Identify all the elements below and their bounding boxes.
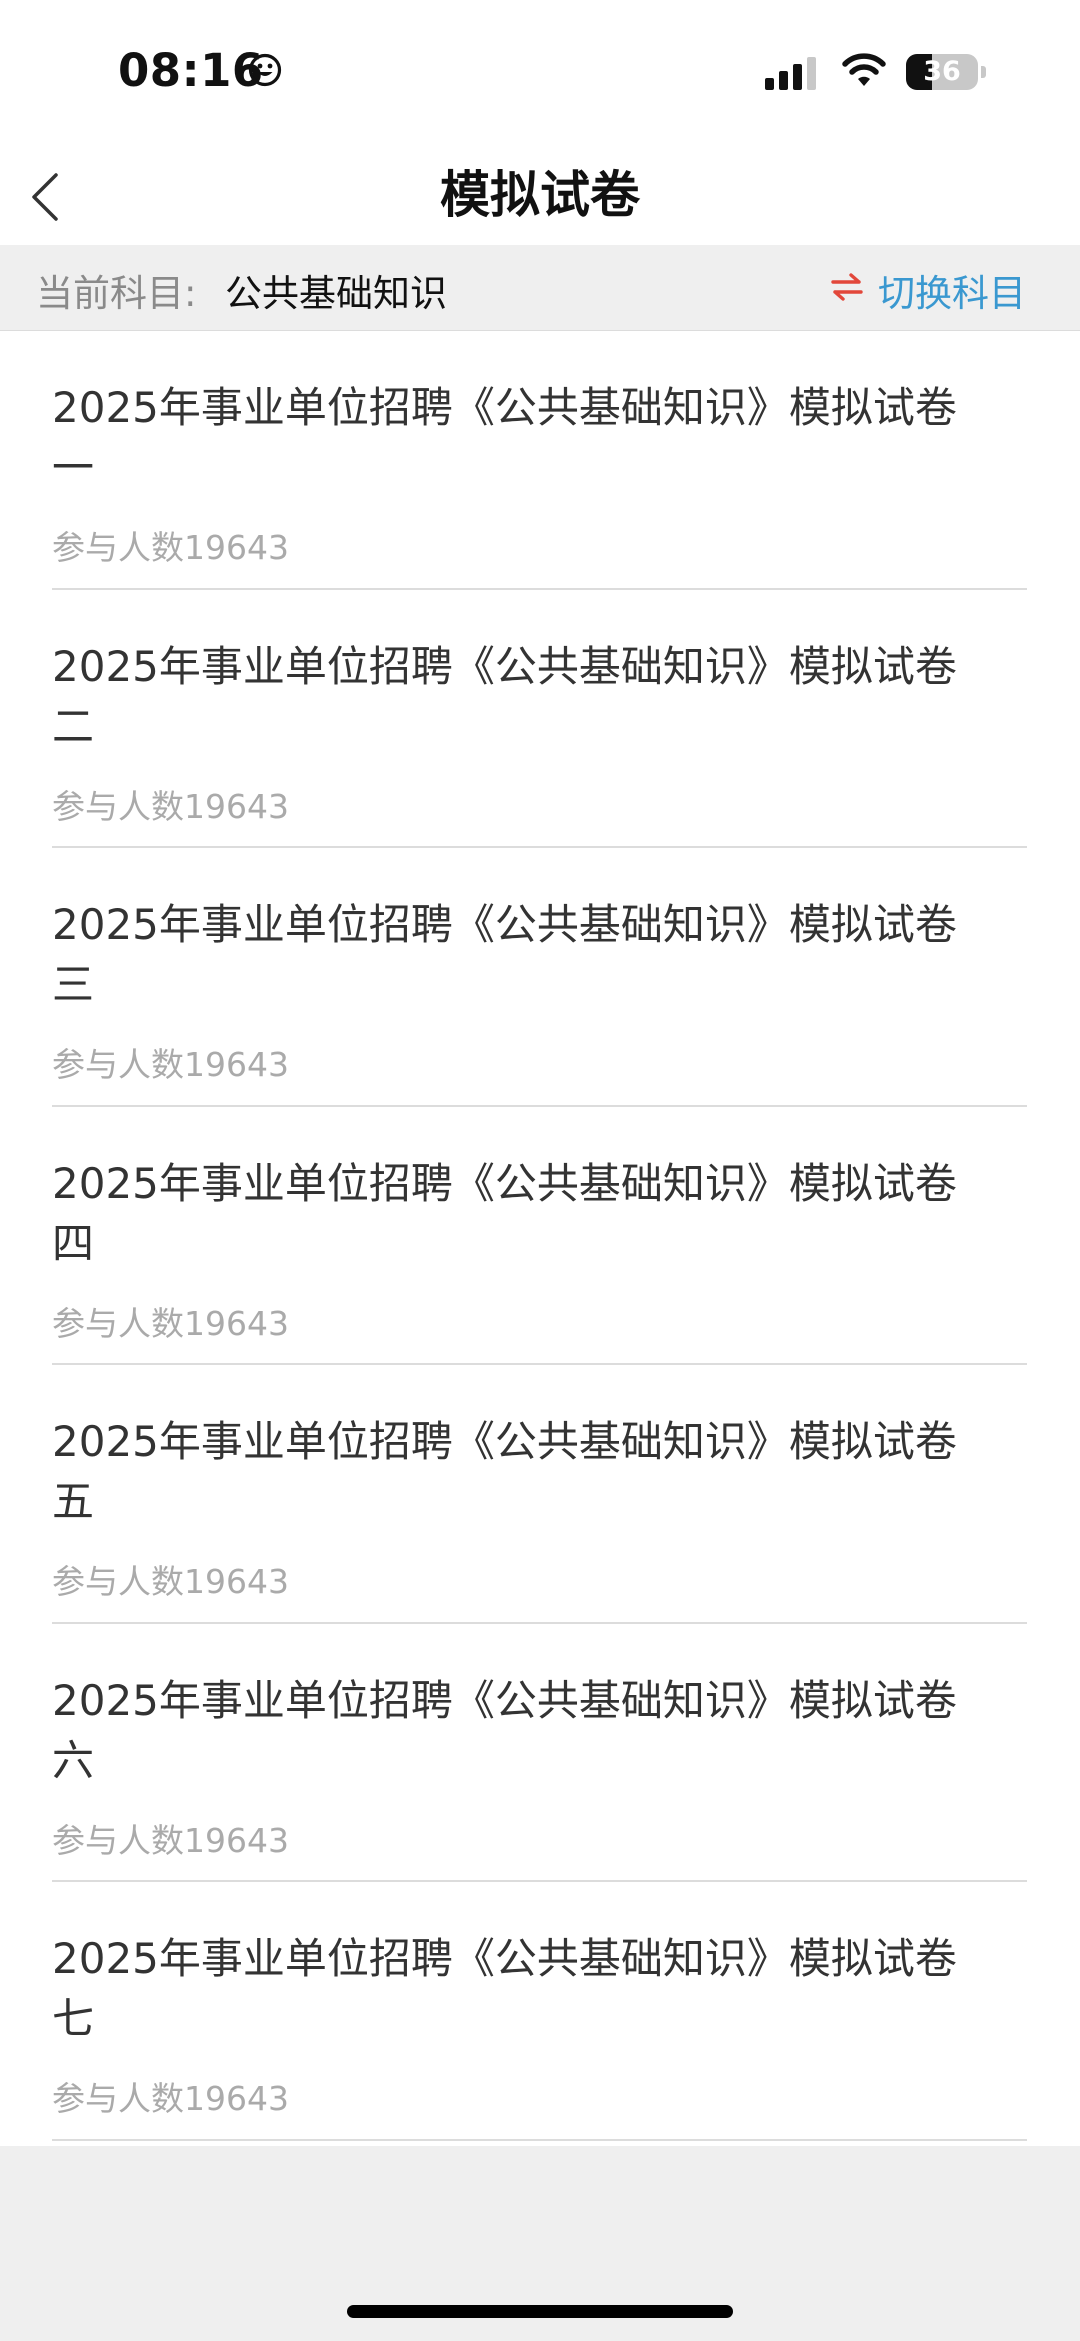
status-time: 08:16 bbox=[118, 44, 264, 97]
paper-title: 2025年事业单位招聘《公共基础知识》模拟试卷五 bbox=[52, 1417, 957, 1526]
paper-participants: 参与人数19643 bbox=[52, 1303, 289, 1343]
divider bbox=[52, 2138, 1027, 2141]
paper-participants: 参与人数19643 bbox=[52, 528, 289, 567]
paper-title: 2025年事业单位招聘《公共基础知识》模拟试卷四 bbox=[52, 1158, 957, 1268]
home-indicator[interactable] bbox=[347, 2305, 733, 2318]
status-bar: 08:16 36 bbox=[0, 0, 1080, 145]
switch-subject-label: 切换科目 bbox=[878, 272, 1026, 315]
subject-value: 公共基础知识 bbox=[225, 272, 447, 315]
battery-level: 36 bbox=[923, 56, 961, 87]
paper-participants: 参与人数19643 bbox=[52, 1562, 289, 1601]
cellular-signal-icon bbox=[765, 57, 816, 90]
paper-list-item[interactable]: 2025年事业单位招聘《公共基础知识》模拟试卷三 参与人数19643 bbox=[0, 848, 1080, 1107]
swap-arrows-icon bbox=[831, 273, 863, 301]
wifi-icon bbox=[842, 53, 886, 86]
paper-participants: 参与人数19643 bbox=[52, 1820, 289, 1860]
page-title: 模拟试卷 bbox=[440, 166, 640, 224]
nav-bar: 模拟试卷 bbox=[0, 145, 1080, 245]
paper-title: 2025年事业单位招聘《公共基础知识》模拟试卷六 bbox=[52, 1675, 957, 1785]
paper-list-item[interactable]: 2025年事业单位招聘《公共基础知识》模拟试卷二 参与人数19643 bbox=[0, 590, 1080, 848]
paper-title: 2025年事业单位招聘《公共基础知识》模拟试卷二 bbox=[52, 641, 957, 751]
paper-participants: 参与人数19643 bbox=[52, 2079, 289, 2118]
paper-list-item[interactable]: 2025年事业单位招聘《公共基础知识》模拟试卷七 参与人数19643 bbox=[0, 1882, 1080, 2141]
paper-list-item[interactable]: 2025年事业单位招聘《公共基础知识》模拟试卷六 参与人数19643 bbox=[0, 1624, 1080, 1882]
paper-participants: 参与人数19643 bbox=[52, 786, 289, 826]
subject-label: 当前科目: bbox=[36, 272, 197, 315]
paper-list-item[interactable]: 2025年事业单位招聘《公共基础知识》模拟试卷五 参与人数19643 bbox=[0, 1365, 1080, 1624]
smiley-icon bbox=[248, 53, 282, 87]
paper-title: 2025年事业单位招聘《公共基础知识》模拟试卷七 bbox=[52, 1934, 957, 2043]
subject-bar: 当前科目: 公共基础知识 切换科目 bbox=[0, 245, 1080, 331]
paper-title: 2025年事业单位招聘《公共基础知识》模拟试卷一 bbox=[52, 383, 957, 492]
paper-list-item[interactable]: 2025年事业单位招聘《公共基础知识》模拟试卷一 参与人数19643 bbox=[0, 331, 1080, 590]
paper-list-item[interactable]: 2025年事业单位招聘《公共基础知识》模拟试卷四 参与人数19643 bbox=[0, 1107, 1080, 1365]
paper-title: 2025年事业单位招聘《公共基础知识》模拟试卷三 bbox=[52, 900, 957, 1009]
paper-list: 2025年事业单位招聘《公共基础知识》模拟试卷一 参与人数19643 2025年… bbox=[0, 331, 1080, 2146]
paper-participants: 参与人数19643 bbox=[52, 1045, 289, 1084]
